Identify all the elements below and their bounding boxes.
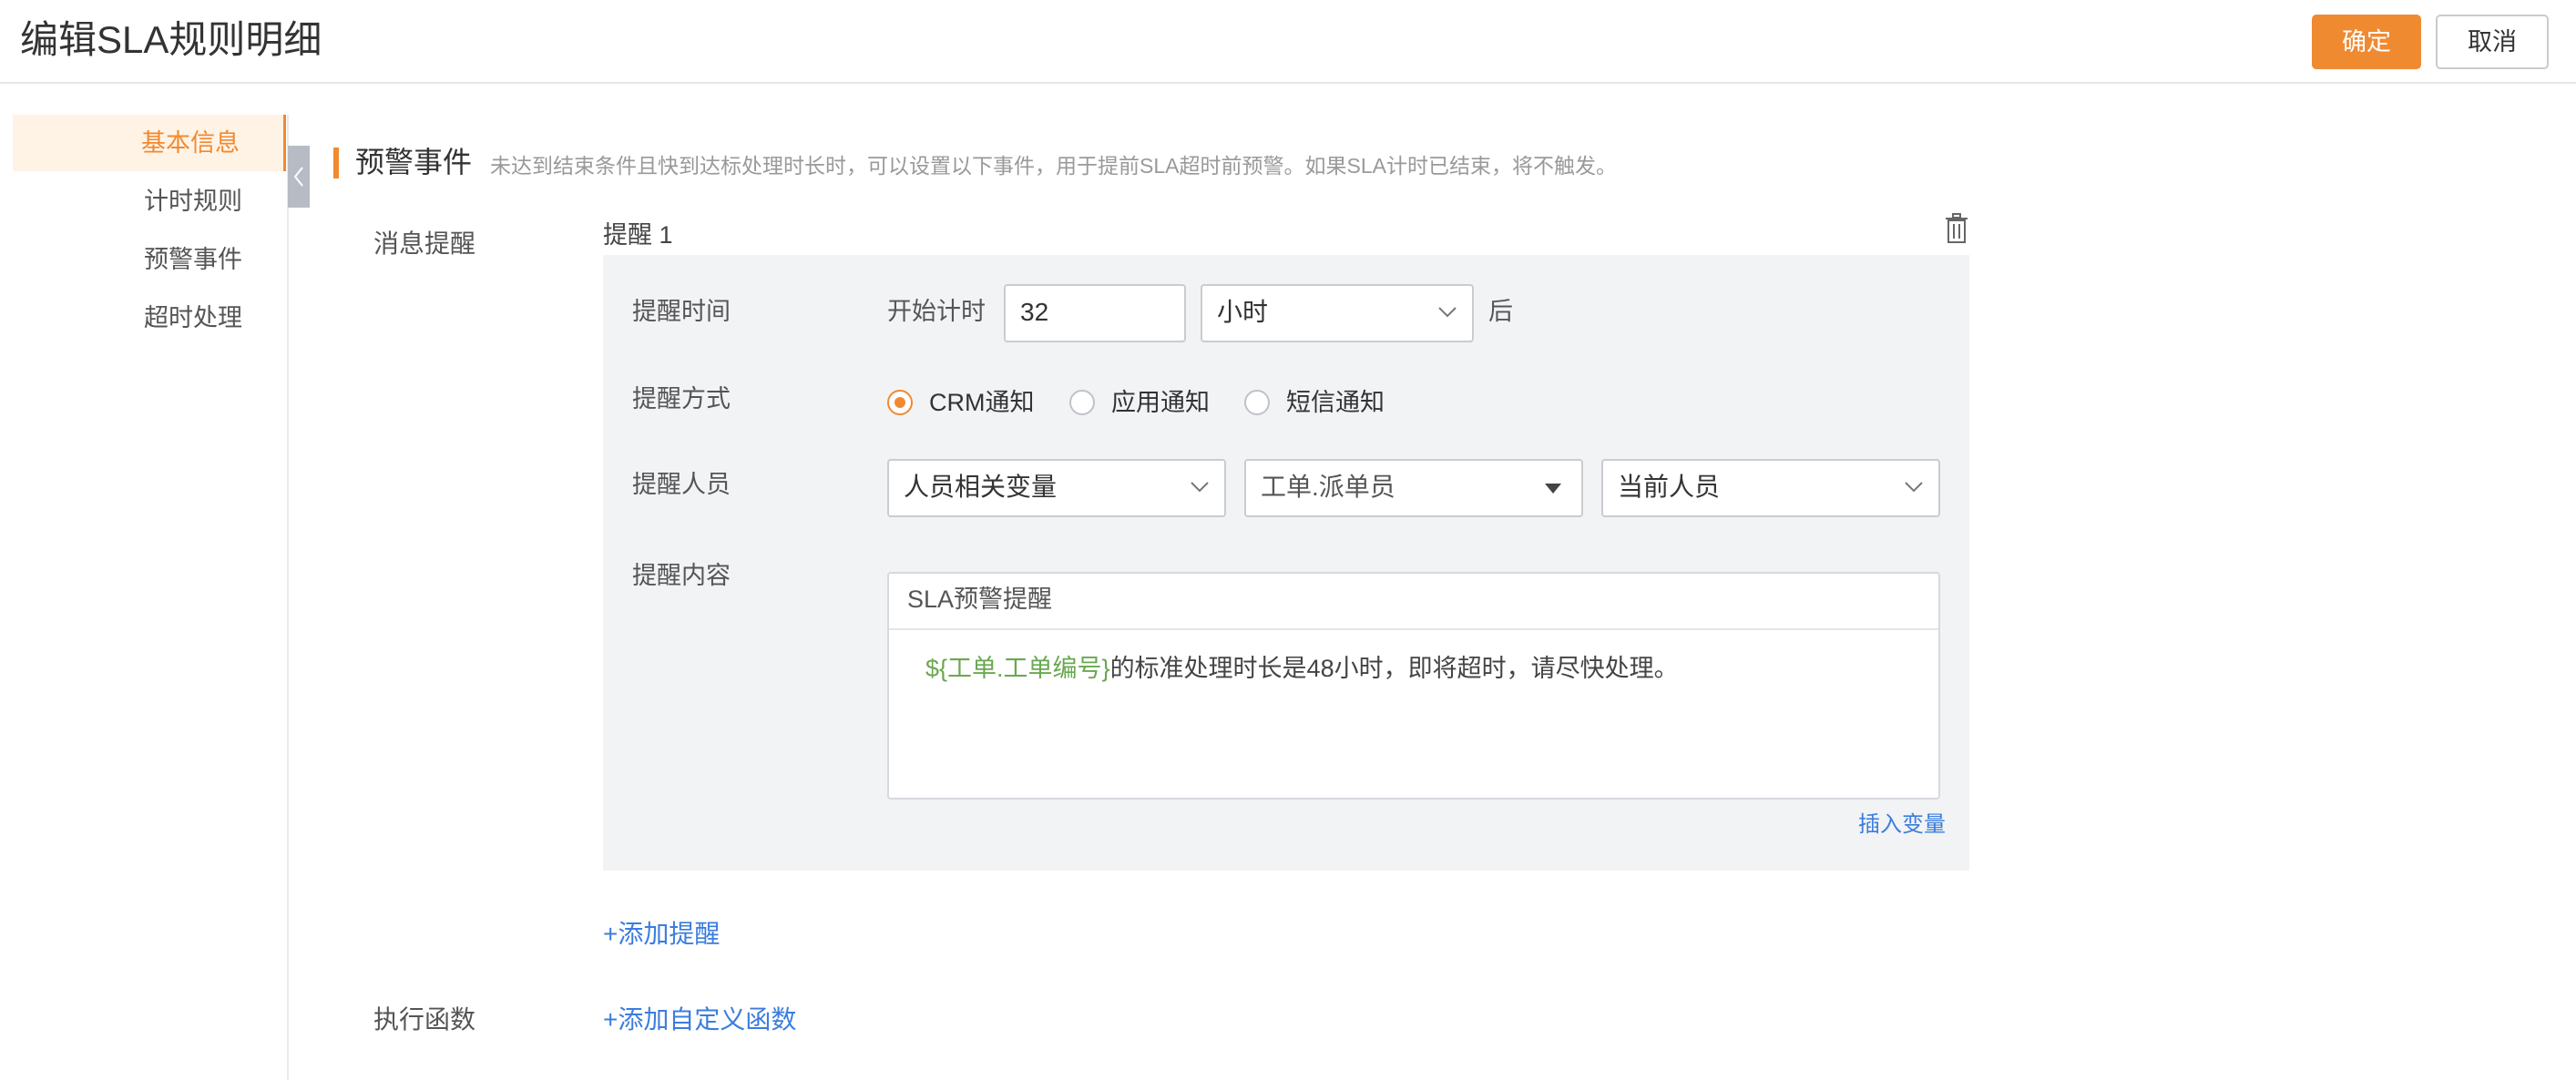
radio-unchecked-icon [1069, 390, 1095, 415]
insert-variable-link[interactable]: 插入变量 [1858, 807, 1946, 843]
reminder-method-label: 提醒方式 [632, 385, 731, 413]
collapse-sidebar-button[interactable] [288, 146, 310, 208]
message-reminder-label: 消息提醒 [373, 229, 476, 258]
content-text: 的标准处理时长是48小时，即将超时，请尽快处理。 [1109, 655, 1679, 682]
caret-down-icon [1545, 484, 1561, 494]
radio-unchecked-icon [1244, 390, 1270, 415]
nav-item-warning-events[interactable]: 预警事件 [13, 231, 286, 288]
reminder-content-body[interactable]: ${工单.工单编号}的标准处理时长是48小时，即将超时，请尽快处理。 [925, 650, 1679, 687]
nav-divider [287, 115, 289, 1080]
nav-item-basic-info[interactable]: 基本信息 [13, 115, 286, 171]
chevron-down-icon [1191, 482, 1209, 493]
recipient-field-select[interactable]: 工单.派单员 [1244, 459, 1583, 517]
recipient-field-value: 工单.派单员 [1261, 473, 1395, 501]
cancel-button[interactable]: 取消 [2436, 15, 2549, 69]
nav-item-timing-rules[interactable]: 计时规则 [13, 173, 286, 229]
radio-label: 短信通知 [1286, 389, 1385, 416]
nav-item-timeout-handling[interactable]: 超时处理 [13, 290, 286, 346]
time-unit-select[interactable]: 小时 [1201, 284, 1474, 342]
add-custom-function-link[interactable]: +添加自定义函数 [603, 1002, 796, 1038]
radio-checked-icon [887, 390, 913, 415]
recipient-type-value: 人员相关变量 [904, 473, 1058, 501]
after-text: 后 [1488, 298, 1513, 325]
start-timing-text: 开始计时 [887, 298, 986, 325]
reminder-time-label: 提醒时间 [632, 298, 731, 325]
recipient-scope-value: 当前人员 [1618, 473, 1721, 501]
reminder-card-title: 提醒 1 [603, 221, 673, 249]
page-header: 编辑SLA规则明细 确定 取消 [0, 0, 2576, 84]
radio-label: CRM通知 [929, 389, 1035, 416]
add-reminder-link[interactable]: +添加提醒 [603, 916, 720, 953]
page-title: 编辑SLA规则明细 [20, 18, 322, 61]
chevron-down-icon [1438, 307, 1457, 318]
confirm-button[interactable]: 确定 [2312, 15, 2421, 69]
chevron-down-icon [1905, 482, 1923, 493]
variable-token: ${工单.工单编号} [925, 655, 1110, 682]
reminder-content-title[interactable]: SLA预警提醒 [907, 581, 1052, 617]
section-description: 未达到结束条件且快到达标处理时长时，可以设置以下事件，用于提前SLA超时前预警。… [490, 154, 1617, 178]
section-accent-bar [333, 148, 339, 178]
recipient-type-select[interactable]: 人员相关变量 [887, 459, 1226, 517]
radio-label: 应用通知 [1111, 389, 1210, 416]
time-unit-value: 小时 [1217, 298, 1269, 326]
chevron-left-icon [293, 167, 303, 187]
execute-function-label: 执行函数 [373, 1005, 476, 1034]
reminder-content-label: 提醒内容 [632, 562, 731, 589]
trash-icon[interactable] [1944, 213, 1969, 244]
reminder-content-editor[interactable]: SLA预警提醒 ${工单.工单编号}的标准处理时长是48小时，即将超时，请尽快处… [887, 572, 1940, 800]
reminder-recipients-label: 提醒人员 [632, 471, 731, 498]
recipient-scope-select[interactable]: 当前人员 [1601, 459, 1940, 517]
editor-divider [889, 628, 1938, 630]
section-title: 预警事件 [355, 146, 473, 178]
reminder-hours-input[interactable]: 32 [1004, 284, 1186, 342]
